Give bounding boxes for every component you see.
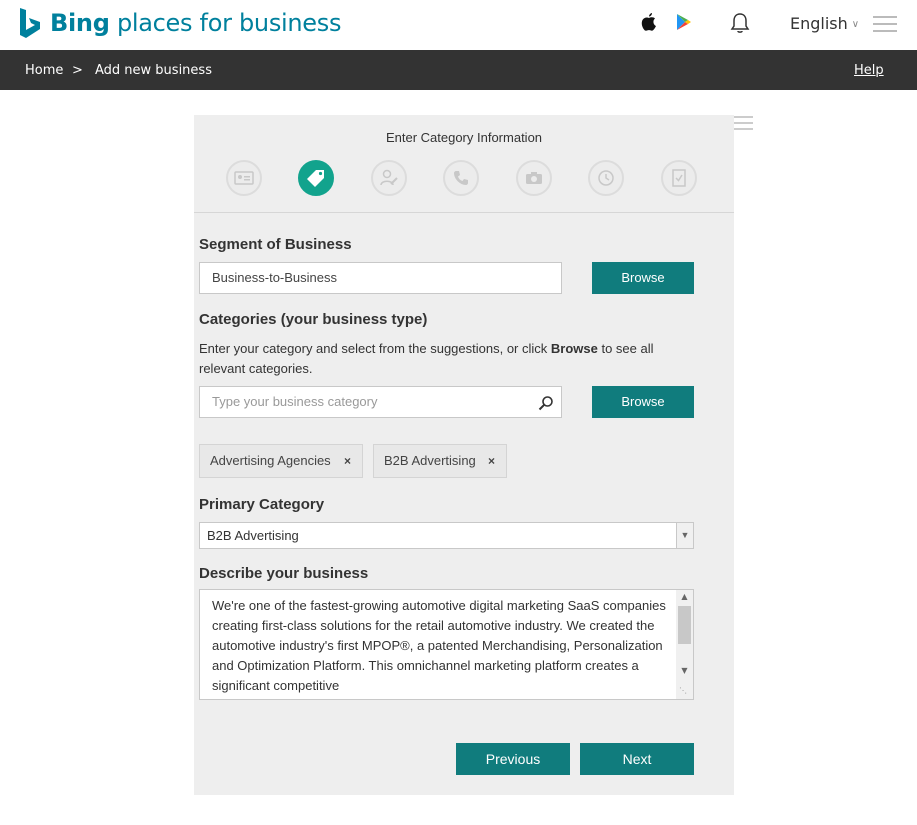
phone-icon	[454, 171, 468, 185]
id-card-icon	[234, 171, 254, 185]
describe-text: We're one of the fastest-growing automot…	[212, 598, 666, 693]
breadcrumb-home[interactable]: Home	[25, 63, 63, 78]
previous-button[interactable]: Previous	[456, 743, 570, 775]
remove-tag-icon[interactable]: ×	[488, 445, 495, 477]
remove-tag-icon[interactable]: ×	[344, 445, 351, 477]
bell-icon[interactable]	[730, 12, 750, 34]
step-id-card[interactable]	[226, 160, 262, 196]
scroll-up-icon[interactable]: ▲	[676, 592, 693, 604]
primary-category-select[interactable]: B2B Advertising ▼	[199, 522, 694, 549]
section-divider	[194, 212, 734, 213]
segment-browse-button[interactable]: Browse	[592, 262, 694, 294]
scroll-down-icon[interactable]: ▼	[676, 666, 693, 678]
clock-icon	[598, 170, 614, 186]
step-photos[interactable]	[516, 160, 552, 196]
tag-icon	[307, 170, 324, 187]
chevron-down-icon[interactable]: ▼	[676, 523, 693, 548]
chevron-down-icon: ∨	[851, 19, 860, 30]
category-browse-button[interactable]: Browse	[592, 386, 694, 418]
help-text-pre: Enter your category and select from the …	[199, 341, 551, 356]
brand-title[interactable]: Bing places for business	[50, 9, 341, 37]
describe-textarea[interactable]: We're one of the fastest-growing automot…	[199, 589, 694, 700]
help-text-browse: Browse	[550, 341, 598, 356]
categories-label: Categories (your business type)	[199, 311, 428, 328]
side-menu-icon[interactable]	[733, 116, 753, 132]
apple-icon[interactable]	[641, 13, 657, 31]
textarea-scrollbar[interactable]: ▲ ▼ ⋱	[676, 590, 693, 699]
category-tag-label: B2B Advertising	[384, 453, 476, 468]
camera-icon	[526, 172, 542, 184]
bing-logo-icon[interactable]	[18, 8, 42, 40]
step-contact-person[interactable]	[371, 160, 407, 196]
search-icon[interactable]	[538, 395, 554, 411]
breadcrumb-current: Add new business	[95, 63, 212, 78]
describe-label: Describe your business	[199, 565, 369, 582]
category-search-input[interactable]: Type your business category	[199, 386, 562, 418]
brand-bold: Bing	[50, 9, 110, 37]
category-tag: B2B Advertising ×	[373, 444, 507, 478]
breadcrumb: Home > Add new business Help	[0, 50, 917, 90]
step-hours[interactable]	[588, 160, 624, 196]
step-title: Enter Category Information	[385, 130, 543, 145]
step-review[interactable]	[661, 160, 697, 196]
primary-category-value: B2B Advertising	[207, 528, 299, 543]
scrollbar-thumb[interactable]	[678, 606, 691, 644]
breadcrumb-separator: >	[72, 63, 83, 78]
brand-rest: places for business	[116, 9, 342, 37]
help-link[interactable]: Help	[854, 63, 884, 78]
person-edit-icon	[380, 169, 398, 186]
resize-grip-icon[interactable]: ⋱	[679, 686, 690, 697]
menu-icon[interactable]	[873, 16, 897, 34]
language-label: English	[790, 14, 848, 33]
category-tag-label: Advertising Agencies	[210, 453, 331, 468]
categories-help-text: Enter your category and select from the …	[199, 339, 699, 379]
language-selector[interactable]: English ∨	[790, 14, 859, 33]
google-play-icon[interactable]	[676, 13, 692, 31]
step-category[interactable]	[298, 160, 334, 196]
top-header: Bing places for business English ∨	[0, 0, 917, 50]
next-button[interactable]: Next	[580, 743, 694, 775]
document-check-icon	[672, 169, 686, 187]
category-form-panel: Enter Category Information Segment of Bu…	[194, 115, 734, 795]
segment-label: Segment of Business	[199, 236, 352, 253]
wizard-steps	[226, 160, 706, 198]
category-tag: Advertising Agencies ×	[199, 444, 363, 478]
step-phone[interactable]	[443, 160, 479, 196]
segment-input[interactable]: Business-to-Business	[199, 262, 562, 294]
primary-category-label: Primary Category	[199, 496, 325, 513]
